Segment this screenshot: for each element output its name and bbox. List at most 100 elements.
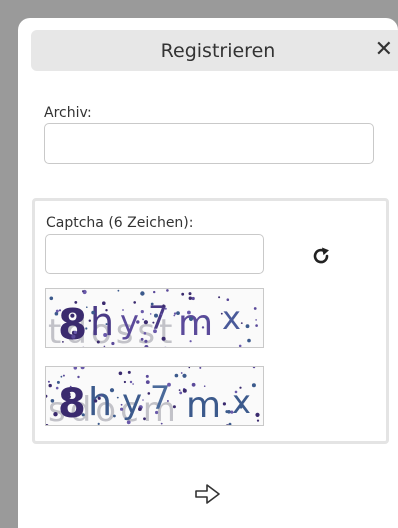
refresh-icon[interactable] bbox=[309, 244, 333, 268]
captcha-noise-dot bbox=[50, 399, 55, 403]
captcha-noise-dot bbox=[81, 413, 85, 417]
dialog-titlebar: Registrieren ✕ bbox=[31, 30, 398, 71]
captcha-noise-dot bbox=[145, 380, 150, 384]
captcha-noise-dot bbox=[161, 336, 166, 341]
captcha-noise-dot bbox=[105, 323, 108, 326]
captcha-noise-dot bbox=[160, 313, 163, 316]
captcha-noise-dot bbox=[116, 396, 119, 399]
captcha-noise-dot bbox=[191, 296, 195, 301]
captcha-noise-dot bbox=[173, 312, 177, 315]
captcha-noise-dot bbox=[234, 390, 238, 394]
captcha-noise-dot bbox=[136, 320, 140, 324]
captcha-noise-dot bbox=[188, 316, 194, 321]
captcha-noise-dot bbox=[140, 291, 145, 296]
captcha-noise-dot bbox=[239, 406, 243, 409]
captcha-noise-dot bbox=[189, 340, 192, 343]
captcha-noise-dot bbox=[62, 341, 64, 343]
captcha-noise-dot bbox=[93, 399, 98, 403]
captcha-char-5: m bbox=[186, 385, 221, 426]
captcha-char-5: m bbox=[178, 303, 213, 344]
captcha-noise-dot bbox=[181, 292, 185, 296]
captcha-noise-dot bbox=[174, 373, 179, 378]
captcha-noise-dot bbox=[226, 298, 230, 301]
captcha-noise-dot bbox=[49, 296, 54, 301]
close-icon[interactable]: ✕ bbox=[375, 38, 393, 62]
captcha-noise-dot bbox=[97, 396, 101, 400]
captcha-noise-dot bbox=[230, 410, 234, 414]
captcha-noise-dot bbox=[227, 410, 231, 414]
captcha-noise-dot bbox=[179, 391, 183, 395]
captcha-noise-dot bbox=[154, 313, 158, 318]
captcha-noise-dot bbox=[142, 318, 144, 321]
captcha-noise-dot bbox=[160, 422, 163, 425]
captcha-noise-dot bbox=[143, 332, 147, 335]
captcha-noise-dot bbox=[172, 405, 176, 409]
captcha-noise-dot bbox=[69, 385, 72, 388]
captcha-noise-dot bbox=[245, 324, 250, 329]
captcha-char-1: 8 bbox=[58, 381, 86, 426]
captcha-noise-dot bbox=[255, 324, 258, 327]
captcha-noise-dot bbox=[55, 386, 59, 390]
captcha-noise-dot bbox=[147, 392, 151, 395]
captcha-noise-dot bbox=[97, 422, 100, 425]
captcha-noise-dot bbox=[111, 341, 115, 346]
register-dialog: Registrieren ✕ Archiv: Captcha (6 Zeiche… bbox=[18, 18, 398, 528]
captcha-noise-dot bbox=[120, 407, 124, 411]
captcha-noise-dot bbox=[109, 388, 115, 393]
captcha-char-3: y bbox=[120, 303, 139, 341]
captcha-noise-dot bbox=[56, 380, 60, 384]
captcha-noise-dot bbox=[182, 388, 187, 393]
captcha-noise-dot bbox=[138, 407, 142, 411]
captcha-noise-dot bbox=[126, 420, 131, 425]
captcha-noise-dot bbox=[142, 399, 144, 401]
captcha-noise-dot bbox=[252, 367, 256, 369]
captcha-noise-dot bbox=[164, 307, 167, 310]
captcha-noise-dot bbox=[118, 371, 123, 376]
captcha-noise-dot bbox=[77, 375, 80, 379]
captcha-char-6: x bbox=[222, 299, 241, 337]
captcha-noise-dot bbox=[188, 292, 192, 296]
captcha-noise-dot bbox=[143, 417, 146, 421]
captcha-noise-dot bbox=[120, 403, 123, 406]
captcha-noise-dot bbox=[58, 309, 62, 312]
captcha-noise-dot bbox=[155, 410, 159, 415]
captcha-char-2: h bbox=[90, 300, 114, 344]
captcha-noise-dot bbox=[80, 367, 85, 370]
captcha-noise-dot bbox=[74, 301, 78, 304]
archiv-input[interactable] bbox=[44, 123, 374, 164]
captcha-noise-dot bbox=[222, 402, 226, 406]
dialog-title: Registrieren bbox=[160, 39, 276, 62]
captcha-noise-dot bbox=[215, 407, 218, 410]
captcha-noise-dot bbox=[140, 337, 144, 341]
captcha-image-2: sdocm 8 h y 7 m x bbox=[45, 366, 264, 426]
captcha-noise-dot bbox=[140, 310, 144, 314]
captcha-noise-dot bbox=[143, 320, 148, 325]
captcha-noise-dot bbox=[228, 422, 232, 425]
captcha-input[interactable] bbox=[45, 234, 264, 274]
captcha-noise-dot bbox=[199, 367, 202, 369]
captcha-noise-dot bbox=[238, 344, 242, 347]
captcha-noise-dot bbox=[176, 311, 180, 315]
captcha-noise-dot bbox=[47, 380, 50, 383]
captcha-noise-dot bbox=[86, 306, 88, 308]
captcha-noise-dot bbox=[100, 394, 103, 397]
captcha-noise-dot bbox=[96, 340, 100, 344]
captcha-noise-dot bbox=[152, 321, 155, 324]
captcha-image-1: tdosst 8 h y 7 m x bbox=[45, 288, 264, 348]
captcha-noise-dot bbox=[162, 304, 165, 307]
captcha-noise-dot bbox=[127, 370, 131, 374]
captcha-noise-dot bbox=[239, 386, 242, 389]
captcha-noise-dot bbox=[70, 313, 75, 318]
captcha-noise-dot bbox=[133, 301, 136, 304]
captcha-noise-dot bbox=[85, 327, 88, 330]
captcha-noise-dot bbox=[102, 301, 106, 305]
captcha-char-2: h bbox=[88, 380, 112, 424]
captcha-noise-dot bbox=[201, 326, 205, 329]
captcha-noise-dot bbox=[48, 383, 52, 388]
captcha-noise-dot bbox=[220, 312, 223, 315]
captcha-noise-dot bbox=[62, 374, 65, 377]
captcha-char-1: 8 bbox=[58, 300, 87, 348]
arrow-right-icon[interactable] bbox=[194, 482, 222, 506]
captcha-noise-dot bbox=[205, 317, 208, 320]
captcha-noise-dot bbox=[60, 375, 63, 378]
